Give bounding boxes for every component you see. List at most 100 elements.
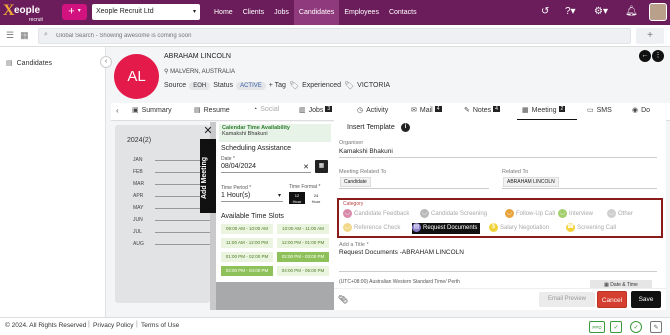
reference-icon: ◡ bbox=[343, 223, 352, 232]
tab-summary[interactable]: ▣ Summary bbox=[132, 106, 172, 114]
category-other[interactable]: ◡ Other bbox=[607, 209, 633, 220]
quick-add-button[interactable]: + ▾ bbox=[62, 4, 87, 20]
tab-resume[interactable]: ▤ Resume bbox=[194, 106, 230, 114]
category-screening-call[interactable]: ☎ Screening Call bbox=[566, 223, 616, 234]
notes-icon: ✎ bbox=[464, 107, 470, 114]
related-to-select[interactable]: ABRAHAM LINCOLN bbox=[503, 177, 559, 187]
nav-jobs[interactable]: Jobs bbox=[269, 0, 294, 25]
tab-label: Notes bbox=[472, 107, 492, 114]
time-format-label: Time Format * bbox=[289, 184, 321, 190]
time-period-select[interactable]: 1 Hour(s) ▾ bbox=[221, 192, 283, 202]
candidates-icon: ▤ bbox=[6, 60, 13, 67]
screening-icon: ◡ bbox=[420, 209, 429, 218]
tab-mail[interactable]: ✉ Mail 4 bbox=[411, 106, 442, 114]
clear-icon[interactable]: ✕ bbox=[303, 163, 309, 171]
nav-candidates[interactable]: Candidates bbox=[293, 0, 340, 25]
timeline-month: MAR bbox=[133, 181, 145, 187]
tab-notes[interactable]: ✎ Notes 4 bbox=[464, 106, 500, 114]
sidebar-collapse-button[interactable]: ‹ bbox=[100, 56, 112, 68]
calendar-icon[interactable]: ▦ bbox=[315, 160, 328, 173]
category-candidate-feedback[interactable]: ◡ Candidate Feedback bbox=[343, 209, 409, 220]
info-icon[interactable]: i bbox=[401, 123, 410, 132]
time-slot-selected[interactable]: 02:00 PM - 03:00 PM bbox=[277, 252, 329, 262]
add-meeting-tab: Add Meeting bbox=[200, 139, 216, 213]
format-24-hour-button[interactable]: 24 Hour bbox=[308, 192, 324, 204]
tab-activity[interactable]: ◷ Activity bbox=[357, 106, 388, 114]
status-badge[interactable]: ACTIVE bbox=[236, 81, 266, 90]
user-avatar[interactable] bbox=[649, 3, 667, 21]
insert-template-button[interactable]: Insert Template bbox=[347, 124, 395, 131]
attachment-icon[interactable]: 📎︎ bbox=[338, 295, 348, 304]
terms-link[interactable]: Terms of Use bbox=[141, 322, 179, 329]
email-preview-button[interactable]: Email Preview bbox=[539, 292, 595, 307]
category-request-documents[interactable]: ▤ Request Documents bbox=[412, 223, 481, 234]
time-slot-selected[interactable]: 03:00 PM - 04:00 PM bbox=[221, 266, 273, 276]
add-tag-button[interactable]: + Tag bbox=[269, 82, 286, 89]
nav-home[interactable]: Home bbox=[209, 0, 238, 25]
nav-employees[interactable]: Employees bbox=[339, 0, 384, 25]
search-bar: ☰▦ ⌕ + bbox=[0, 25, 670, 47]
category-text: Candidate Screening bbox=[431, 211, 488, 218]
chevron-left-icon[interactable]: ‹ bbox=[116, 106, 119, 115]
category-candidate-screening[interactable]: ◡ Candidate Screening bbox=[420, 209, 487, 220]
time-slot[interactable]: 11:00 AM - 12:00 PM bbox=[221, 238, 273, 248]
help-icon[interactable]: ?▾ bbox=[565, 6, 576, 18]
company-select[interactable]: Xeople Recruit Ltd ▾ bbox=[92, 4, 200, 20]
tab-sms[interactable]: ▭ SMS bbox=[587, 106, 612, 114]
logo-name: eople bbox=[14, 5, 41, 16]
followup-icon: ◡ bbox=[505, 209, 514, 218]
nav-clients[interactable]: Clients bbox=[238, 0, 269, 25]
category-text: Reference Check bbox=[354, 225, 401, 232]
date-field[interactable]: 08/04/2024 ✕ bbox=[221, 163, 311, 173]
category-follow-up-call[interactable]: ◡ Follow-Up Call bbox=[505, 209, 555, 220]
nav-contacts[interactable]: Contacts bbox=[384, 0, 422, 25]
meeting-related-to-select[interactable]: Candidate bbox=[340, 177, 371, 187]
time-slot[interactable]: 04:00 PM - 05:00 PM bbox=[277, 266, 329, 276]
tab-social[interactable]: ◔ Social bbox=[253, 106, 279, 113]
time-slot[interactable]: 09:00 AM - 10:00 AM bbox=[221, 224, 273, 234]
check-circle-icon[interactable]: ✓ bbox=[630, 321, 642, 333]
global-search-input[interactable] bbox=[38, 28, 631, 44]
tab-label: Jobs bbox=[308, 107, 324, 114]
check-icon[interactable]: ✓ bbox=[610, 321, 622, 333]
arrow-left-icon[interactable]: ← bbox=[639, 50, 651, 62]
category-salary-negotiation[interactable]: $ Salary Negotiation bbox=[489, 223, 549, 234]
format-12-hour-button[interactable]: 12 Hour bbox=[289, 192, 305, 204]
add-button[interactable]: + bbox=[636, 28, 664, 44]
list-view-icon[interactable]: ☰▦ bbox=[6, 30, 35, 41]
save-button[interactable]: Save bbox=[631, 291, 661, 308]
timezone-text: (UTC+08:00) Australian Western Standard … bbox=[339, 279, 460, 285]
settings-icon[interactable]: ⚙▾ bbox=[594, 6, 608, 18]
organiser-underline bbox=[339, 157, 657, 158]
cancel-button[interactable]: Cancel bbox=[597, 291, 627, 308]
documents-icon: ▤ bbox=[412, 223, 421, 232]
candidate-chips: Source EOH Status ACTIVE + Tag 🏷︎ Experi… bbox=[164, 81, 390, 90]
ppd-badge[interactable]: PPD bbox=[589, 321, 605, 333]
related-to-underline bbox=[502, 188, 657, 189]
tab-jobs[interactable]: ▥ Jobs 3 bbox=[299, 106, 333, 114]
more-icon[interactable]: ⋮ bbox=[652, 50, 664, 62]
timeline-month: AUG bbox=[133, 241, 144, 247]
timeline-line bbox=[155, 232, 210, 233]
history-icon[interactable]: ↺ bbox=[541, 6, 549, 18]
tab-meeting[interactable]: ▦ Meeting 2 bbox=[522, 106, 566, 114]
xeople-logo[interactable]: X eople recruit bbox=[3, 2, 51, 23]
edit-icon[interactable]: ✎ bbox=[650, 321, 662, 333]
category-text: Candidate Feedback bbox=[354, 211, 410, 218]
timeline-line bbox=[155, 220, 210, 221]
tag-experienced: Experienced bbox=[302, 82, 342, 89]
category-interview[interactable]: ◡ Interview bbox=[558, 209, 593, 220]
title-input[interactable]: Request Documents -ABRAHAM LINCOLN bbox=[339, 249, 464, 256]
sidebar-item-candidates[interactable]: ▤ Candidates bbox=[6, 59, 52, 67]
time-slot[interactable]: 10:00 AM - 11:00 AM bbox=[277, 224, 329, 234]
bell-icon[interactable]: 🔔︎ bbox=[625, 6, 638, 18]
timeline-month: JUL bbox=[133, 229, 142, 235]
candidate-name: ABRAHAM LINCOLN bbox=[164, 53, 231, 60]
time-slot[interactable]: 01:00 PM - 02:00 PM bbox=[221, 252, 273, 262]
category-reference-check[interactable]: ◡ Reference Check bbox=[343, 223, 400, 234]
close-icon[interactable]: ✕ bbox=[201, 124, 215, 138]
privacy-policy-link[interactable]: Privacy Policy bbox=[93, 322, 133, 329]
candidate-avatar: AL bbox=[114, 54, 159, 99]
time-slot[interactable]: 12:00 PM - 01:00 PM bbox=[277, 238, 329, 248]
tab-docs[interactable]: ◉ Do bbox=[632, 106, 650, 114]
